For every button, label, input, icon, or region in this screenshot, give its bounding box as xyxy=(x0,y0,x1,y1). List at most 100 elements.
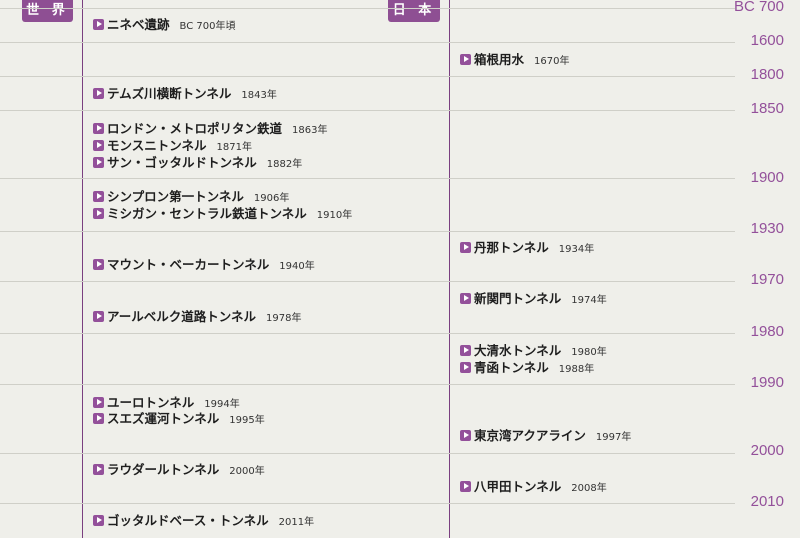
japan-column-divider xyxy=(449,0,450,538)
event-name: ミシガン・セントラル鉄道トンネル xyxy=(107,206,307,221)
year-marker: 1930 xyxy=(750,220,784,237)
tunnel-history-timeline: 世 界 日 本 BC 700 1600 1800 1850 1900 1930 1970 19… xyxy=(0,0,800,538)
play-arrow-icon xyxy=(460,345,471,356)
year-marker: BC 700 xyxy=(733,0,784,15)
event-year: 1995年 xyxy=(229,415,265,426)
period-divider xyxy=(0,384,735,385)
play-arrow-icon xyxy=(460,242,471,253)
event-name: ロンドン・メトロポリタン鉄道 xyxy=(107,121,283,136)
world-event-link[interactable]: サン・ゴッタルドトンネル 1882年 xyxy=(93,154,302,170)
world-event-link[interactable]: ロンドン・メトロポリタン鉄道 1863年 xyxy=(93,120,327,136)
period-divider xyxy=(0,110,735,111)
event-name: 箱根用水 xyxy=(474,52,525,67)
event-name: シンプロン第一トンネル xyxy=(107,189,244,204)
event-name: マウント・ベーカートンネル xyxy=(107,257,270,272)
japan-event-link[interactable]: 箱根用水 1670年 xyxy=(460,51,569,67)
event-name: 大清水トンネル xyxy=(474,343,562,358)
event-year: 1843年 xyxy=(241,90,277,101)
period-divider xyxy=(0,76,735,77)
world-event-link[interactable]: ミシガン・セントラル鉄道トンネル 1910年 xyxy=(93,205,352,221)
event-year: 1910年 xyxy=(316,210,353,221)
event-name: ラウダールトンネル xyxy=(107,462,220,477)
event-year: 2000年 xyxy=(229,466,265,477)
play-arrow-icon xyxy=(93,311,104,322)
event-name: ユーロトンネル xyxy=(107,395,195,410)
event-name: モンスニトンネル xyxy=(107,138,207,153)
world-event-link[interactable]: ゴッタルドベース・トンネル 2011年 xyxy=(93,512,314,528)
event-name: 青函トンネル xyxy=(474,360,549,375)
event-name: 新関門トンネル xyxy=(474,291,562,306)
world-event-link[interactable]: ラウダールトンネル 2000年 xyxy=(93,461,265,477)
play-arrow-icon xyxy=(93,88,104,99)
event-year: BC 700年頃 xyxy=(179,21,236,32)
year-marker: 2000 xyxy=(750,442,784,459)
play-arrow-icon xyxy=(460,430,471,441)
japan-event-link[interactable]: 八甲田トンネル 2008年 xyxy=(460,478,607,494)
event-name: 東京湾アクアライン xyxy=(474,428,586,443)
period-divider xyxy=(0,8,735,9)
japan-column-header: 日 本 xyxy=(388,0,440,22)
year-marker: 1980 xyxy=(750,323,784,340)
period-divider xyxy=(0,231,735,232)
world-event-link[interactable]: シンプロン第一トンネル 1906年 xyxy=(93,188,289,204)
event-name: 丹那トンネル xyxy=(474,240,549,255)
play-arrow-icon xyxy=(93,259,104,270)
play-arrow-icon xyxy=(93,515,104,526)
japan-event-link[interactable]: 青函トンネル 1988年 xyxy=(460,359,594,375)
play-arrow-icon xyxy=(93,140,104,151)
event-name: 八甲田トンネル xyxy=(474,479,562,494)
event-year: 1978年 xyxy=(266,313,302,324)
event-year: 1906年 xyxy=(253,193,290,204)
play-arrow-icon xyxy=(93,123,104,134)
period-divider xyxy=(0,281,735,282)
year-marker: 2010 xyxy=(750,493,784,510)
japan-event-link[interactable]: 東京湾アクアライン 1997年 xyxy=(460,427,631,443)
event-year: 1980年 xyxy=(571,347,607,358)
world-event-link[interactable]: ニネベ遺跡 BC 700年頃 xyxy=(93,16,235,32)
japan-event-link[interactable]: 新関門トンネル 1974年 xyxy=(460,290,607,306)
period-divider xyxy=(0,178,735,179)
event-name: サン・ゴッタルドトンネル xyxy=(107,155,257,170)
event-name: ニネベ遺跡 xyxy=(107,17,170,32)
event-name: アールベルク道路トンネル xyxy=(107,309,257,324)
play-arrow-icon xyxy=(93,157,104,168)
event-year: 2008年 xyxy=(571,483,607,494)
world-event-link[interactable]: アールベルク道路トンネル 1978年 xyxy=(93,308,301,324)
play-arrow-icon xyxy=(93,464,104,475)
year-marker: 1850 xyxy=(750,100,784,117)
year-marker: 1800 xyxy=(750,66,784,83)
world-event-link[interactable]: テムズ川横断トンネル 1843年 xyxy=(93,85,277,101)
event-name: ゴッタルドベース・トンネル xyxy=(107,513,269,528)
year-marker: 1990 xyxy=(750,374,784,391)
world-event-link[interactable]: マウント・ベーカートンネル 1940年 xyxy=(93,256,315,272)
play-arrow-icon xyxy=(460,362,471,373)
play-arrow-icon xyxy=(93,208,104,219)
event-name: スエズ運河トンネル xyxy=(107,411,220,426)
year-marker: 1600 xyxy=(750,32,784,49)
period-divider xyxy=(0,503,735,504)
event-year: 1988年 xyxy=(558,364,595,375)
event-year: 1882年 xyxy=(266,159,303,170)
japan-event-link[interactable]: 大清水トンネル 1980年 xyxy=(460,342,607,358)
event-year: 1940年 xyxy=(279,261,315,272)
year-marker: 1970 xyxy=(750,271,784,288)
event-name: テムズ川横断トンネル xyxy=(107,86,232,101)
event-year: 1863年 xyxy=(292,125,328,136)
period-divider xyxy=(0,42,735,43)
japan-event-link[interactable]: 丹那トンネル 1934年 xyxy=(460,239,594,255)
event-year: 1974年 xyxy=(571,295,607,306)
event-year: 1997年 xyxy=(595,432,632,443)
world-event-link[interactable]: モンスニトンネル 1871年 xyxy=(93,137,252,153)
play-arrow-icon xyxy=(93,397,104,408)
play-arrow-icon xyxy=(460,293,471,304)
world-column-divider xyxy=(82,0,83,538)
world-event-link[interactable]: ユーロトンネル 1994年 xyxy=(93,394,240,410)
event-year: 2011年 xyxy=(278,517,315,528)
period-divider xyxy=(0,453,735,454)
world-column-header: 世 界 xyxy=(22,0,73,22)
world-event-link[interactable]: スエズ運河トンネル 1995年 xyxy=(93,410,265,426)
event-year: 1994年 xyxy=(204,399,240,410)
play-arrow-icon xyxy=(93,191,104,202)
period-divider xyxy=(0,333,735,334)
play-arrow-icon xyxy=(460,54,471,65)
